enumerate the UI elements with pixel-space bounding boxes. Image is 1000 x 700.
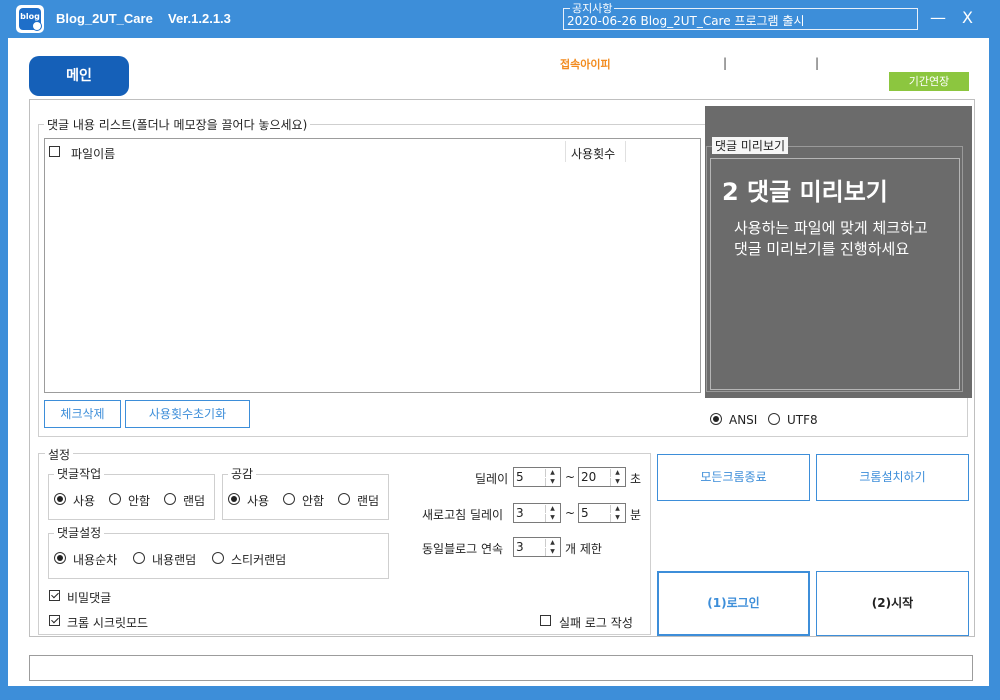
spin-down-icon[interactable]: ▼ (545, 478, 559, 486)
encoding-ansi-radio[interactable] (710, 413, 722, 425)
column-divider[interactable] (565, 141, 566, 162)
fail-log-checkbox[interactable] (540, 615, 551, 626)
spin-down-icon[interactable]: ▼ (610, 478, 624, 486)
logo-text: blog (20, 12, 40, 21)
like-legend: 공감 (228, 465, 257, 482)
spin-up-icon[interactable]: ▲ (545, 539, 559, 547)
menu-main-button[interactable]: 메인 (29, 56, 129, 96)
kill-chrome-button[interactable]: 모든크롬종료 (657, 454, 810, 501)
preview-description: 사용하는 파일에 맞게 체크하고 댓글 미리보기를 진행하세요 (734, 218, 964, 260)
sticker-random-radio[interactable] (212, 552, 224, 564)
content-sequential-radio[interactable] (54, 552, 66, 564)
delay-max-value: 20 (581, 470, 597, 484)
comment-action-random-radio[interactable] (164, 493, 176, 505)
chrome-secret-label: 크롬 시크릿모드 (67, 616, 149, 630)
preview-title: 2 댓글 미리보기 (722, 178, 888, 206)
column-header-usage[interactable]: 사용횟수 (571, 145, 615, 162)
delay-label: 딜레이 (475, 472, 509, 486)
encoding-ansi-label: ANSI (729, 413, 758, 427)
encoding-utf8-radio[interactable] (768, 413, 780, 425)
refresh-delay-max-stepper[interactable]: 5 ▲ ▼ (578, 503, 626, 523)
spin-up-icon[interactable]: ▲ (610, 469, 624, 477)
start-button[interactable]: (2)시작 (816, 571, 969, 636)
settings-legend: 설정 (45, 446, 74, 463)
spin-down-icon[interactable]: ▼ (545, 514, 559, 522)
comment-file-list[interactable] (44, 138, 701, 393)
content-random-radio[interactable] (133, 552, 145, 564)
comment-settings-legend: 댓글설정 (54, 524, 105, 541)
comment-action-none-label: 안함 (128, 494, 151, 508)
like-none-label: 안함 (302, 494, 325, 508)
delete-checked-button[interactable]: 체크삭제 (44, 400, 121, 428)
delay-tilde: ~ (565, 470, 576, 484)
comment-action-none-radio[interactable] (109, 493, 121, 505)
login-button[interactable]: (1)로그인 (657, 571, 810, 636)
sticker-random-label: 스티커랜덤 (231, 553, 287, 567)
column-header-filename[interactable]: 파일이름 (71, 145, 115, 162)
secret-comment-checkbox[interactable] (49, 590, 60, 601)
preview-desc-line: 댓글 미리보기를 진행하세요 (734, 240, 910, 258)
select-all-checkbox[interactable] (49, 146, 60, 157)
same-blog-stepper[interactable]: 3 ▲ ▼ (513, 537, 561, 557)
spin-down-icon[interactable]: ▼ (610, 514, 624, 522)
spin-up-icon[interactable]: ▲ (545, 505, 559, 513)
refresh-delay-min-value: 3 (516, 506, 524, 520)
delay-min-stepper[interactable]: 5 ▲ ▼ (513, 467, 561, 487)
header-separator: | (815, 56, 820, 70)
secret-comment-label: 비밀댓글 (67, 591, 112, 605)
like-use-radio[interactable] (228, 493, 240, 505)
refresh-delay-tilde: ~ (565, 506, 576, 520)
like-random-label: 랜덤 (357, 494, 380, 508)
notice-text[interactable]: 2020-06-26 Blog_2UT_Care 프로그램 출시 (567, 12, 804, 29)
spin-up-icon[interactable]: ▲ (610, 505, 624, 513)
same-blog-label: 동일블로그 연속 (422, 542, 504, 556)
comment-action-use-radio[interactable] (54, 493, 66, 505)
fail-log-label: 실패 로그 작성 (559, 616, 633, 630)
extend-period-button[interactable]: 기간연장 (889, 72, 969, 91)
comment-action-use-label: 사용 (73, 494, 96, 508)
chrome-secret-checkbox[interactable] (49, 615, 60, 626)
refresh-delay-label: 새로고침 딜레이 (422, 508, 504, 522)
app-version: Ver.1.2.1.3 (168, 11, 231, 26)
delay-min-value: 5 (516, 470, 524, 484)
comment-action-random-label: 랜덤 (183, 494, 206, 508)
column-divider[interactable] (625, 141, 626, 162)
like-none-radio[interactable] (283, 493, 295, 505)
app-name: Blog_2UT_Care (56, 11, 153, 26)
same-blog-value: 3 (516, 540, 524, 554)
like-use-label: 사용 (247, 494, 270, 508)
content-sequential-label: 내용순차 (73, 553, 118, 567)
refresh-delay-min-stepper[interactable]: 3 ▲ ▼ (513, 503, 561, 523)
encoding-utf8-label: UTF8 (787, 413, 818, 427)
delay-max-stepper[interactable]: 20 ▲ ▼ (578, 467, 626, 487)
refresh-delay-max-value: 5 (581, 506, 589, 520)
spin-up-icon[interactable]: ▲ (545, 469, 559, 477)
app-logo: blog (16, 5, 44, 33)
reset-usage-button[interactable]: 사용횟수초기화 (125, 400, 250, 428)
minimize-button[interactable]: — (930, 8, 946, 27)
same-blog-unit: 개 제한 (565, 542, 602, 556)
spin-down-icon[interactable]: ▼ (545, 548, 559, 556)
ip-label: 접속아이피 (560, 58, 611, 71)
comment-action-legend: 댓글작업 (54, 465, 105, 482)
comment-list-legend: 댓글 내용 리스트(폴더나 메모장을 끌어다 놓으세요) (44, 116, 311, 133)
content-random-label: 내용랜덤 (152, 553, 197, 567)
preview-desc-line: 사용하는 파일에 맞게 체크하고 (734, 219, 928, 237)
delay-unit: 초 (630, 472, 642, 486)
like-random-radio[interactable] (338, 493, 350, 505)
close-button[interactable]: X (962, 8, 973, 27)
header-separator: | (723, 56, 728, 70)
preview-legend: 댓글 미리보기 (712, 137, 789, 154)
status-bar (29, 655, 973, 681)
install-chrome-button[interactable]: 크롬설치하기 (816, 454, 969, 501)
refresh-delay-unit: 분 (630, 508, 642, 522)
